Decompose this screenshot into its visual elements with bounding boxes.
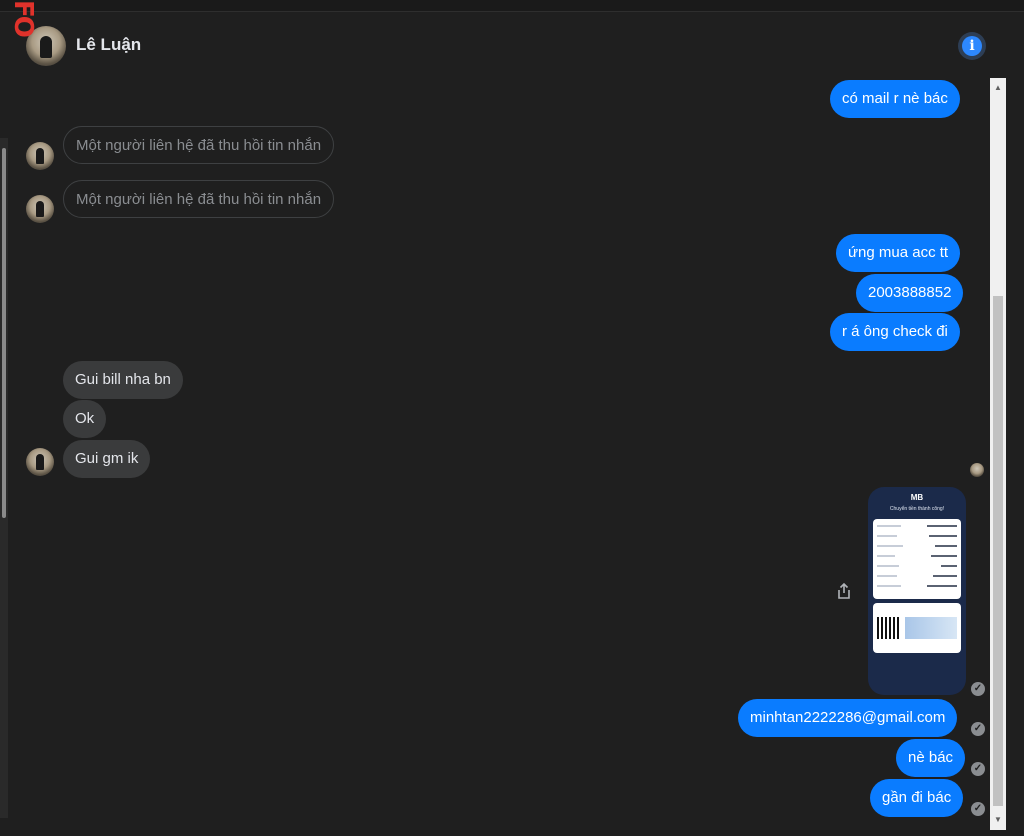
right-scrollbar[interactable]: ▲ ▼ xyxy=(990,78,1006,830)
message-list: có mail r nè bác Một người liên hệ đã th… xyxy=(8,78,990,836)
left-scrollbar-thumb[interactable] xyxy=(2,148,6,518)
unsent-message: Một người liên hệ đã thu hồi tin nhắn xyxy=(63,126,335,164)
message-outgoing[interactable]: gần đi bác xyxy=(870,779,964,817)
sender-avatar[interactable] xyxy=(26,142,54,170)
message-outgoing[interactable]: 2003888852 xyxy=(856,274,964,312)
message-outgoing[interactable]: có mail r nè bác xyxy=(830,80,960,118)
sent-check-icon: ✓ xyxy=(971,762,985,776)
receipt-brand: MB xyxy=(910,493,924,502)
contact-name[interactable]: Lê Luận xyxy=(76,35,141,55)
message-outgoing[interactable]: ứng mua acc tt xyxy=(836,234,961,272)
sent-check-icon: ✓ xyxy=(971,722,985,736)
scroll-down-arrow-icon[interactable]: ▼ xyxy=(990,812,1006,828)
sender-avatar[interactable] xyxy=(26,448,54,476)
overlay-mark: FO xyxy=(8,0,38,36)
receipt-title: Chuyển tiền thành công! xyxy=(889,506,945,512)
seen-avatar xyxy=(970,463,984,477)
qr-code-icon xyxy=(877,617,899,639)
window-top-border xyxy=(0,0,1024,12)
message-incoming[interactable]: Gui gm ik xyxy=(63,440,151,478)
sent-check-icon: ✓ xyxy=(971,802,985,816)
sender-avatar[interactable] xyxy=(26,195,54,223)
message-incoming[interactable]: Gui bill nha bn xyxy=(63,361,183,399)
receipt-details-card xyxy=(873,519,961,599)
message-outgoing[interactable]: nè bác xyxy=(896,739,966,777)
message-outgoing[interactable]: r á ông check đi xyxy=(830,313,960,351)
receipt-banner xyxy=(905,617,957,639)
unsent-message: Một người liên hệ đã thu hồi tin nhắn xyxy=(63,180,335,218)
info-icon: i xyxy=(962,36,982,56)
sent-check-icon: ✓ xyxy=(971,682,985,696)
info-button[interactable]: i xyxy=(958,32,986,60)
share-icon[interactable] xyxy=(836,582,852,600)
receipt-qr-card xyxy=(873,603,961,653)
message-incoming[interactable]: Ok xyxy=(63,400,107,438)
chat-header: Lê Luận i xyxy=(8,12,1016,78)
right-scrollbar-thumb[interactable] xyxy=(993,296,1003,806)
receipt-image[interactable]: MB Chuyển tiền thành công! xyxy=(868,487,966,695)
message-outgoing[interactable]: minhtan2222286@gmail.com xyxy=(738,699,958,737)
scroll-up-arrow-icon[interactable]: ▲ xyxy=(990,80,1006,96)
left-scrollbar[interactable] xyxy=(0,138,8,818)
